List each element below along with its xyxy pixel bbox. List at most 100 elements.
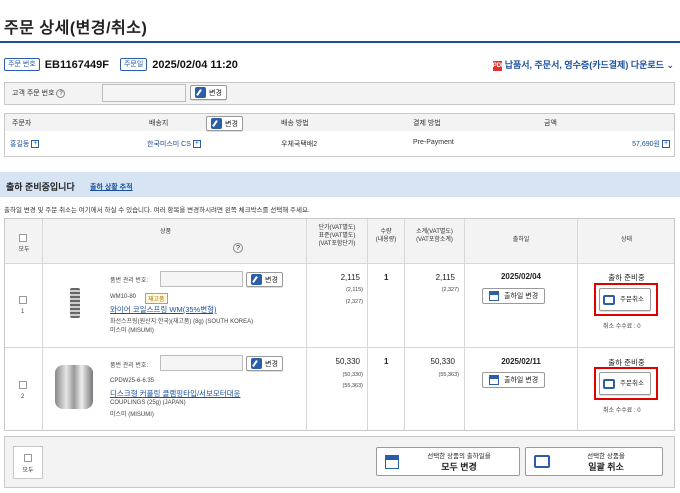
order-number: EB1167449F (44, 58, 109, 71)
shipment-track-link[interactable]: 출하 상황 추적 (90, 182, 133, 192)
download-link[interactable]: PDF납품서, 주문서, 영수증(카드결제) 다운로드 ⌄ (492, 58, 674, 71)
edit-label: 변경 (265, 276, 278, 284)
unit-price-l3: (VAT포함단가) (318, 241, 356, 247)
help-icon[interactable]: ? (56, 89, 66, 98)
edit-label: 변경 (225, 120, 238, 128)
notice-text: 출하일 변경 및 주문 취소는 여기에서 하실 수 있습니다. 여러 항목을 변… (4, 207, 310, 214)
subtotal: 2,115 (435, 273, 455, 282)
footer-select-all-label: 모두 (22, 468, 34, 474)
ship-date: 2025/02/04 (500, 272, 542, 281)
order-number-tag: 주문 번호 (4, 58, 40, 71)
edit-icon (195, 87, 206, 98)
col-divider (577, 219, 578, 430)
unit-price-vat: (55,363) (342, 383, 364, 389)
unit-price-std: (50,330) (342, 372, 364, 378)
row-number: 1 (21, 309, 25, 315)
subtotal: 50,330 (430, 357, 455, 366)
col-status: 상태 (620, 237, 633, 243)
quantity: 1 (384, 273, 389, 282)
subtotal-l2: (VAT포함소계) (416, 237, 453, 243)
bulk-change-l2: 모두 변경 (441, 461, 477, 472)
col-unit-price: 단가(VAT별도) 표준(VAT별도) (VAT포함단가) (307, 224, 367, 248)
order-date: 2025/02/04 11:20 (152, 58, 238, 71)
bulk-change-ship-date-button[interactable]: 선택한 상품의 출하일을 모두 변경 (376, 447, 520, 476)
mgmt-input[interactable] (160, 355, 243, 371)
quantity: 1 (384, 357, 389, 366)
edit-icon (251, 274, 262, 285)
shipto-edit-button[interactable]: 변경 (206, 116, 243, 131)
table-divider (5, 347, 674, 348)
unit-price: 2,115 (340, 273, 360, 282)
mgmt-edit-button[interactable]: 변경 (246, 272, 283, 287)
part-code: CPDW25-6-6.35 (110, 378, 155, 384)
shipto-name: 한국미스미 CS (147, 141, 191, 148)
col-divider (367, 219, 368, 430)
footer-select-all-checkbox[interactable] (24, 454, 32, 462)
method-heading: 배송 방법 (281, 120, 309, 127)
col-divider (464, 219, 465, 430)
unit-price-l1: 단가(VAT별도) (318, 225, 356, 231)
bulk-change-label: 선택한 상품의 출하일을 모두 변경 (399, 452, 519, 472)
order-header: 주문 번호 EB1167449F 주문일 2025/02/04 11:20 (4, 58, 238, 71)
amount-text: 57,690원 (632, 141, 660, 148)
customer-order-input[interactable] (102, 84, 186, 102)
box-icon (603, 294, 615, 305)
product-image (55, 365, 93, 409)
orderer-value[interactable]: 홍길동 + (10, 139, 40, 149)
expand-icon[interactable]: + (31, 140, 40, 149)
shipto-value[interactable]: 한국미스미 CS + (147, 139, 201, 149)
calendar-icon (385, 454, 399, 469)
mgmt-label: 품번 관리 번호: (110, 278, 149, 284)
bulk-cancel-l1: 선택한 상품을 (587, 452, 625, 460)
box-cancel-icon (534, 455, 550, 468)
change-ship-date-button[interactable]: 출하일 변경 (482, 372, 546, 388)
expand-icon[interactable]: + (662, 140, 670, 149)
subtotal-vat: (2,327) (441, 287, 459, 293)
mgmt-label: 품번 관리 번호: (110, 363, 149, 369)
row-checkbox[interactable] (19, 381, 27, 389)
help-icon[interactable]: ? (233, 243, 243, 253)
payment-heading: 결제 방법 (413, 120, 441, 127)
table-divider (5, 263, 674, 264)
qty-l2: (내용량) (375, 237, 397, 243)
box-icon (603, 378, 615, 389)
mgmt-input[interactable] (160, 271, 243, 287)
col-qty: 수량 (내용량) (368, 228, 404, 244)
customer-order-edit-button[interactable]: 변경 (190, 85, 227, 100)
bulk-cancel-button[interactable]: 선택한 상품을 일괄 취소 (525, 447, 663, 476)
select-all-checkbox[interactable] (19, 234, 27, 242)
change-ship-date-button[interactable]: 출하일 변경 (482, 288, 546, 304)
product-name-link[interactable]: 디스크형 커플링 클램핑타입/서보모터대응 (110, 388, 240, 399)
col-divider (42, 219, 43, 430)
edit-icon (211, 118, 222, 129)
mgmt-edit-button[interactable]: 변경 (246, 356, 283, 371)
product-name-link[interactable]: 와이어 코일스프링 WM(35%변형) (110, 304, 217, 315)
amount-value[interactable]: 57,690원 + (632, 139, 670, 149)
expand-icon[interactable]: + (192, 140, 201, 149)
unit-price-vat: (2,327) (345, 299, 363, 305)
payment-value: Pre-Payment (413, 139, 454, 146)
change-ship-date-label: 출하일 변경 (504, 293, 539, 300)
order-date-tag: 주문일 (119, 58, 148, 71)
bulk-cancel-label: 선택한 상품을 일괄 취소 (550, 452, 662, 472)
cancel-order-label: 주문취소 (620, 295, 644, 303)
product-maker: COUPLINGS (25g) (JAPAN) (110, 400, 186, 406)
calendar-icon (489, 291, 499, 301)
bulk-cancel-l2: 일괄 취소 (588, 461, 624, 472)
cancel-order-button[interactable]: 주문취소 (599, 372, 651, 395)
edit-label: 변경 (209, 89, 222, 97)
qty-l1: 수량 (380, 229, 392, 235)
bulk-change-l1: 선택한 상품의 출하일을 (427, 452, 491, 460)
calendar-icon (489, 375, 499, 385)
col-divider (404, 219, 405, 430)
col-product: 상품 (160, 229, 172, 235)
customer-order-label: 고객 주문 번호 ? (12, 88, 66, 98)
product-image (70, 288, 80, 318)
orderer-name: 홍길동 (10, 141, 30, 148)
change-ship-date-label: 출하일 변경 (504, 377, 539, 384)
method-value: 우체국택배2 (281, 141, 318, 148)
row-checkbox[interactable] (19, 296, 27, 304)
subtotal-l1: 소계(VAT별도) (416, 229, 453, 235)
cancel-order-button[interactable]: 주문취소 (599, 288, 651, 311)
item-status: 출하 준비중 (608, 273, 645, 282)
